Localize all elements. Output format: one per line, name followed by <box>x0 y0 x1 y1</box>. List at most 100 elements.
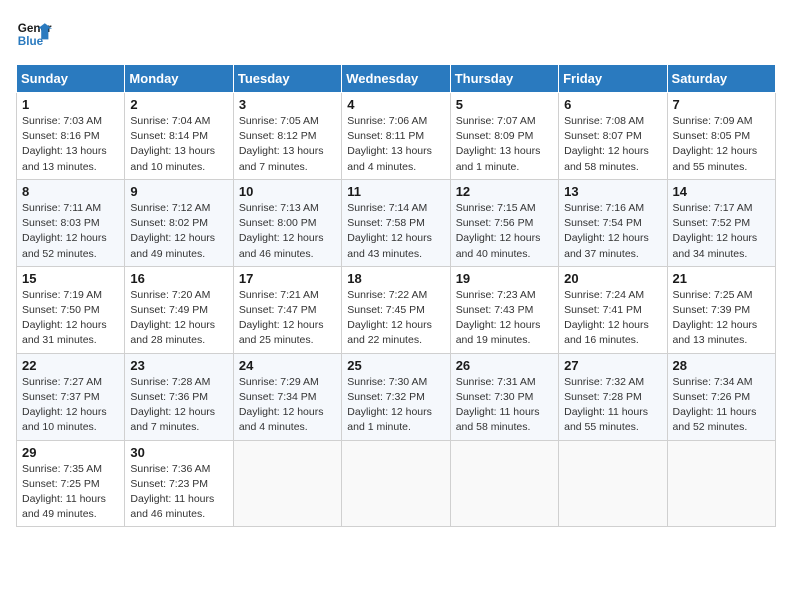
day-cell: 21 Sunrise: 7:25 AM Sunset: 7:39 PM Dayli… <box>667 266 775 353</box>
weekday-saturday: Saturday <box>667 65 775 93</box>
day-number: 11 <box>347 184 444 199</box>
day-info: Sunrise: 7:11 AM Sunset: 8:03 PM Dayligh… <box>22 201 119 262</box>
weekday-header-row: SundayMondayTuesdayWednesdayThursdayFrid… <box>17 65 776 93</box>
day-cell: 20Sunrise: 7:24 AM Sunset: 7:41 PM Dayli… <box>559 266 667 353</box>
day-number: 10 <box>239 184 336 199</box>
day-cell: 29 Sunrise: 7:35 AM Sunset: 7:25 PM Dayli… <box>17 440 125 527</box>
weekday-monday: Monday <box>125 65 233 93</box>
day-number: 16 <box>130 271 227 286</box>
day-cell: 25 Sunrise: 7:30 AM Sunset: 7:32 PM Dayli… <box>342 353 450 440</box>
day-number: 12 <box>456 184 553 199</box>
day-info: Sunrise: 7:21 AM Sunset: 7:47 PM Dayligh… <box>239 288 336 349</box>
logo: General Blue <box>16 16 52 52</box>
day-info: Sunrise: 7:03 AM Sunset: 8:16 PM Dayligh… <box>22 114 119 175</box>
calendar-table: SundayMondayTuesdayWednesdayThursdayFrid… <box>16 64 776 527</box>
day-number: 13 <box>564 184 661 199</box>
day-cell: 7 Sunrise: 7:09 AM Sunset: 8:05 PM Daylig… <box>667 93 775 180</box>
day-info: Sunrise: 7:31 AM Sunset: 7:30 PM Dayligh… <box>456 375 553 436</box>
weekday-friday: Friday <box>559 65 667 93</box>
day-cell: 23Sunrise: 7:28 AM Sunset: 7:36 PM Dayli… <box>125 353 233 440</box>
weekday-tuesday: Tuesday <box>233 65 341 93</box>
day-cell: 22 Sunrise: 7:27 AM Sunset: 7:37 PM Dayli… <box>17 353 125 440</box>
day-number: 28 <box>673 358 770 373</box>
day-number: 17 <box>239 271 336 286</box>
day-info: Sunrise: 7:17 AM Sunset: 7:52 PM Dayligh… <box>673 201 770 262</box>
day-info: Sunrise: 7:22 AM Sunset: 7:45 PM Dayligh… <box>347 288 444 349</box>
day-cell: 12 Sunrise: 7:15 AM Sunset: 7:56 PM Dayli… <box>450 179 558 266</box>
day-cell: 2 Sunrise: 7:04 AM Sunset: 8:14 PM Daylig… <box>125 93 233 180</box>
day-info: Sunrise: 7:19 AM Sunset: 7:50 PM Dayligh… <box>22 288 119 349</box>
day-cell <box>233 440 341 527</box>
day-info: Sunrise: 7:34 AM Sunset: 7:26 PM Dayligh… <box>673 375 770 436</box>
day-number: 9 <box>130 184 227 199</box>
day-cell: 18 Sunrise: 7:22 AM Sunset: 7:45 PM Dayli… <box>342 266 450 353</box>
day-number: 15 <box>22 271 119 286</box>
day-number: 2 <box>130 97 227 112</box>
day-cell: 10 Sunrise: 7:13 AM Sunset: 8:00 PM Dayli… <box>233 179 341 266</box>
day-number: 27 <box>564 358 661 373</box>
day-cell: 14Sunrise: 7:17 AM Sunset: 7:52 PM Dayli… <box>667 179 775 266</box>
day-info: Sunrise: 7:05 AM Sunset: 8:12 PM Dayligh… <box>239 114 336 175</box>
day-number: 5 <box>456 97 553 112</box>
day-cell <box>342 440 450 527</box>
day-number: 6 <box>564 97 661 112</box>
day-cell: 11 Sunrise: 7:14 AM Sunset: 7:58 PM Dayli… <box>342 179 450 266</box>
day-info: Sunrise: 7:15 AM Sunset: 7:56 PM Dayligh… <box>456 201 553 262</box>
day-cell: 26 Sunrise: 7:31 AM Sunset: 7:30 PM Dayli… <box>450 353 558 440</box>
day-info: Sunrise: 7:24 AM Sunset: 7:41 PM Dayligh… <box>564 288 661 349</box>
weekday-sunday: Sunday <box>17 65 125 93</box>
day-info: Sunrise: 7:30 AM Sunset: 7:32 PM Dayligh… <box>347 375 444 436</box>
day-number: 7 <box>673 97 770 112</box>
day-info: Sunrise: 7:32 AM Sunset: 7:28 PM Dayligh… <box>564 375 661 436</box>
day-cell: 6 Sunrise: 7:08 AM Sunset: 8:07 PM Daylig… <box>559 93 667 180</box>
page-header: General Blue <box>16 16 776 52</box>
day-info: Sunrise: 7:09 AM Sunset: 8:05 PM Dayligh… <box>673 114 770 175</box>
week-row-5: 29 Sunrise: 7:35 AM Sunset: 7:25 PM Dayli… <box>17 440 776 527</box>
weekday-wednesday: Wednesday <box>342 65 450 93</box>
day-cell: 27 Sunrise: 7:32 AM Sunset: 7:28 PM Dayli… <box>559 353 667 440</box>
day-number: 30 <box>130 445 227 460</box>
day-number: 21 <box>673 271 770 286</box>
day-info: Sunrise: 7:04 AM Sunset: 8:14 PM Dayligh… <box>130 114 227 175</box>
day-number: 24 <box>239 358 336 373</box>
day-cell: 13 Sunrise: 7:16 AM Sunset: 7:54 PM Dayli… <box>559 179 667 266</box>
day-info: Sunrise: 7:28 AM Sunset: 7:36 PM Dayligh… <box>130 375 227 436</box>
day-cell: 28 Sunrise: 7:34 AM Sunset: 7:26 PM Dayli… <box>667 353 775 440</box>
week-row-2: 8Sunrise: 7:11 AM Sunset: 8:03 PM Daylig… <box>17 179 776 266</box>
day-cell: 15 Sunrise: 7:19 AM Sunset: 7:50 PM Dayli… <box>17 266 125 353</box>
day-info: Sunrise: 7:27 AM Sunset: 7:37 PM Dayligh… <box>22 375 119 436</box>
day-info: Sunrise: 7:08 AM Sunset: 8:07 PM Dayligh… <box>564 114 661 175</box>
day-number: 25 <box>347 358 444 373</box>
day-cell: 3 Sunrise: 7:05 AM Sunset: 8:12 PM Daylig… <box>233 93 341 180</box>
day-info: Sunrise: 7:23 AM Sunset: 7:43 PM Dayligh… <box>456 288 553 349</box>
day-info: Sunrise: 7:06 AM Sunset: 8:11 PM Dayligh… <box>347 114 444 175</box>
day-info: Sunrise: 7:20 AM Sunset: 7:49 PM Dayligh… <box>130 288 227 349</box>
day-number: 22 <box>22 358 119 373</box>
day-number: 29 <box>22 445 119 460</box>
day-info: Sunrise: 7:16 AM Sunset: 7:54 PM Dayligh… <box>564 201 661 262</box>
day-cell: 9 Sunrise: 7:12 AM Sunset: 8:02 PM Daylig… <box>125 179 233 266</box>
day-cell: 5 Sunrise: 7:07 AM Sunset: 8:09 PM Daylig… <box>450 93 558 180</box>
week-row-4: 22 Sunrise: 7:27 AM Sunset: 7:37 PM Dayli… <box>17 353 776 440</box>
day-cell: 1 Sunrise: 7:03 AM Sunset: 8:16 PM Daylig… <box>17 93 125 180</box>
day-info: Sunrise: 7:25 AM Sunset: 7:39 PM Dayligh… <box>673 288 770 349</box>
day-cell <box>450 440 558 527</box>
day-number: 3 <box>239 97 336 112</box>
day-number: 18 <box>347 271 444 286</box>
day-number: 19 <box>456 271 553 286</box>
day-info: Sunrise: 7:12 AM Sunset: 8:02 PM Dayligh… <box>130 201 227 262</box>
day-info: Sunrise: 7:07 AM Sunset: 8:09 PM Dayligh… <box>456 114 553 175</box>
day-number: 26 <box>456 358 553 373</box>
day-cell: 8Sunrise: 7:11 AM Sunset: 8:03 PM Daylig… <box>17 179 125 266</box>
day-cell <box>559 440 667 527</box>
day-number: 1 <box>22 97 119 112</box>
day-number: 4 <box>347 97 444 112</box>
day-info: Sunrise: 7:35 AM Sunset: 7:25 PM Dayligh… <box>22 462 119 523</box>
day-cell: 30Sunrise: 7:36 AM Sunset: 7:23 PM Dayli… <box>125 440 233 527</box>
svg-text:Blue: Blue <box>18 35 44 48</box>
day-info: Sunrise: 7:13 AM Sunset: 8:00 PM Dayligh… <box>239 201 336 262</box>
week-row-3: 15 Sunrise: 7:19 AM Sunset: 7:50 PM Dayli… <box>17 266 776 353</box>
day-info: Sunrise: 7:14 AM Sunset: 7:58 PM Dayligh… <box>347 201 444 262</box>
day-cell: 17 Sunrise: 7:21 AM Sunset: 7:47 PM Dayli… <box>233 266 341 353</box>
day-cell: 19 Sunrise: 7:23 AM Sunset: 7:43 PM Dayli… <box>450 266 558 353</box>
